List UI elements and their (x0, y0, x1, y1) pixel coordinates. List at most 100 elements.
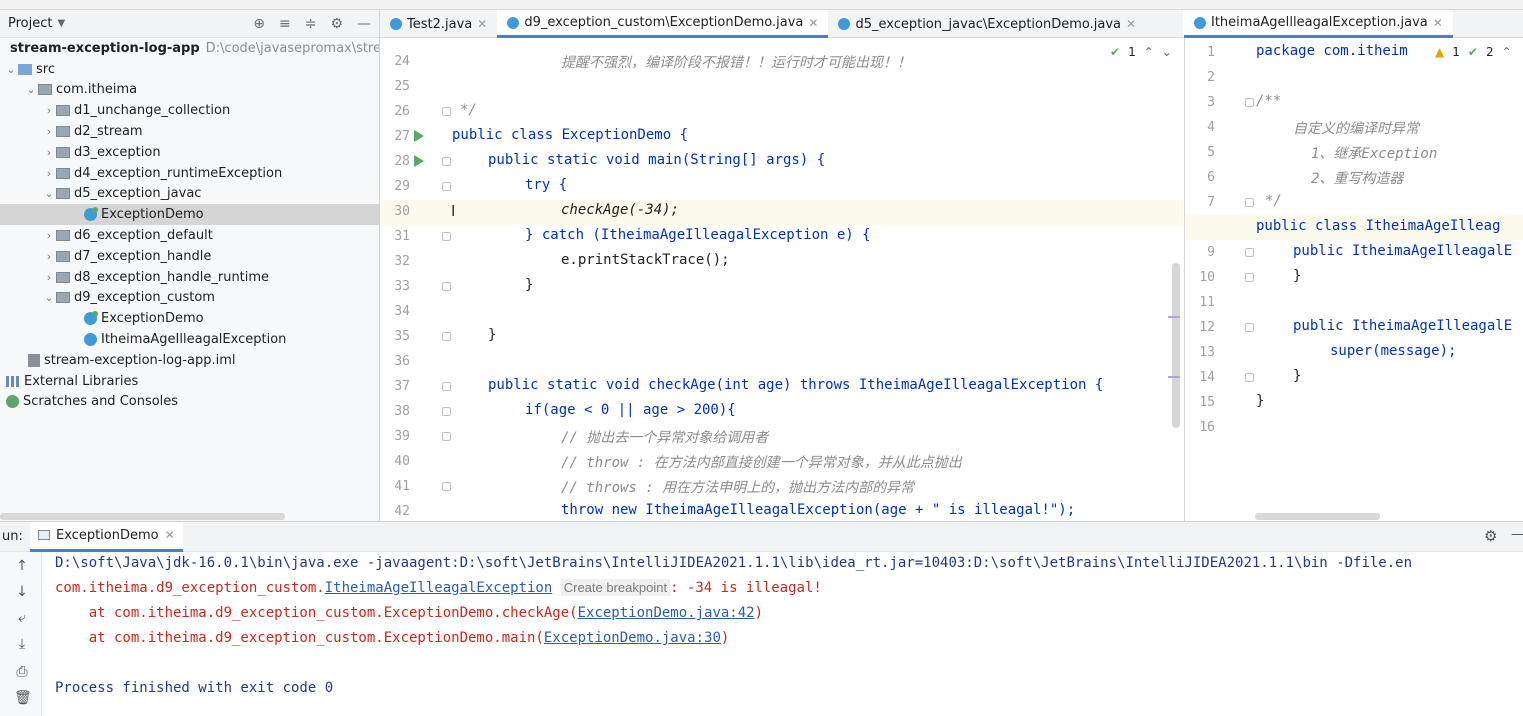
chevron-right-icon[interactable]: › (42, 167, 56, 180)
fold-marker-icon[interactable] (442, 157, 451, 166)
close-icon[interactable]: ✕ (808, 16, 818, 30)
tree-item-class[interactable]: ItheimaAgeIlleagalException (0, 329, 379, 350)
chevron-up-icon[interactable]: ⌃ (1502, 45, 1512, 59)
chevron-right-icon[interactable]: › (42, 125, 56, 138)
chevron-right-icon[interactable]: › (42, 229, 56, 242)
fold-marker-icon[interactable] (1245, 98, 1254, 107)
stack-frame-link[interactable]: ExceptionDemo.java:30 (544, 630, 721, 646)
tree-item-iml[interactable]: stream-exception-log-app.iml (0, 350, 379, 371)
close-icon[interactable]: ✕ (1126, 17, 1136, 31)
line-number: 5 (1207, 145, 1215, 160)
inspection-widget[interactable]: ▲ 1 ✔ 2 ⌃ (1431, 45, 1512, 59)
run-main-icon[interactable] (414, 155, 424, 167)
fold-marker-icon[interactable] (442, 407, 451, 416)
fold-marker-icon[interactable] (442, 282, 451, 291)
main-editor[interactable]: 24 25 26 27 28 29 30 31 32 33 34 35 36 3… (380, 38, 1183, 521)
tab-exceptiondemo-d5[interactable]: d5_exception_javac\ExceptionDemo.java ✕ (828, 10, 1146, 38)
fold-marker-icon[interactable] (442, 432, 451, 441)
vertical-scrollbar[interactable] (1172, 263, 1180, 428)
expand-all-icon[interactable]: ≡ (279, 16, 291, 32)
fold-marker-icon[interactable] (442, 482, 451, 491)
code-line: super(message); (1330, 343, 1457, 359)
close-icon[interactable]: ✕ (1433, 16, 1443, 30)
locate-icon[interactable]: ⊕ (253, 16, 265, 32)
fold-marker-icon[interactable] (1245, 248, 1254, 257)
fold-marker-icon[interactable] (1245, 373, 1254, 382)
project-horizontal-scrollbar[interactable] (0, 513, 285, 520)
line-number: 16 (1199, 420, 1215, 435)
fold-marker-icon[interactable] (442, 107, 451, 116)
tree-item-package[interactable]: ⌄ com.itheima (0, 80, 379, 101)
fold-marker-icon[interactable] (442, 182, 451, 191)
scroll-to-end-icon[interactable]: ⤓ (14, 636, 30, 652)
fold-marker-icon[interactable] (1245, 198, 1254, 207)
code-line: public ItheimaAgeIlleagalE (1293, 318, 1513, 334)
run-tab[interactable]: ExceptionDemo ✕ (30, 521, 183, 552)
fold-marker-icon[interactable] (1245, 273, 1254, 282)
chevron-down-icon[interactable]: ⌄ (24, 83, 38, 96)
print-icon[interactable]: ⎙ (14, 664, 30, 680)
tree-item-package[interactable]: ⌄ d5_exception_javac (0, 184, 379, 205)
chevron-right-icon[interactable]: › (42, 104, 56, 117)
chevron-down-icon[interactable]: ▼ (57, 18, 65, 29)
chevron-right-icon[interactable]: › (42, 146, 56, 159)
fold-marker-icon[interactable] (442, 232, 451, 241)
chevron-down-icon[interactable]: ⌄ (42, 187, 56, 200)
right-editor[interactable]: 1 2 3 4 5 6 7 8 9 10 11 12 13 14 15 16 p… (1184, 38, 1523, 521)
exception-class-link[interactable]: ItheimaAgeIlleagalException (325, 580, 553, 596)
gear-icon[interactable]: ⚙ (1484, 527, 1497, 545)
tree-item-class[interactable]: ExceptionDemo (0, 308, 379, 329)
gear-icon[interactable]: ⚙ (330, 16, 343, 32)
project-title[interactable]: Project (8, 16, 52, 31)
tree-item-package[interactable]: › d3_exception (0, 142, 379, 163)
right-horizontal-scrollbar[interactable] (1255, 513, 1380, 520)
exception-message: : -34 is illeagal! (670, 580, 822, 596)
collapse-all-icon[interactable]: ≑ (305, 16, 317, 32)
tree-item-package[interactable]: › d4_exception_runtimeException (0, 163, 379, 184)
tree-item-package[interactable]: › d7_exception_handle (0, 246, 379, 267)
tab-test2[interactable]: Test2.java ✕ (380, 10, 497, 38)
create-breakpoint-hint[interactable]: Create breakpoint (560, 579, 671, 596)
close-icon[interactable]: ✕ (477, 17, 487, 31)
minimize-icon[interactable]: — (1511, 527, 1523, 542)
tab-itheimaageilleagalexception[interactable]: ItheimaAgeIlleagalException.java ✕ (1184, 10, 1453, 38)
tree-item-package[interactable]: › d6_exception_default (0, 225, 379, 246)
fold-marker-icon[interactable] (442, 332, 451, 341)
chevron-up-icon[interactable]: ⌃ (1144, 45, 1154, 59)
chevron-down-icon[interactable]: ⌄ (42, 291, 56, 304)
chevron-down-icon[interactable]: ⌄ (1162, 45, 1172, 59)
tree-item-package[interactable]: ⌄ d9_exception_custom (0, 288, 379, 309)
fold-marker-icon[interactable] (442, 382, 451, 391)
fold-marker-icon[interactable] (1245, 323, 1254, 332)
soft-wrap-icon[interactable]: ⤶ (14, 610, 30, 626)
tree-item-external-libraries[interactable]: External Libraries (0, 371, 379, 392)
right-editor-tabs: ItheimaAgeIlleagalException.java ✕ (1184, 10, 1523, 38)
tree-item-scratches[interactable]: Scratches and Consoles (0, 392, 379, 413)
package-icon (56, 230, 70, 242)
tab-exceptiondemo-d9[interactable]: d9_exception_custom\ExceptionDemo.java ✕ (497, 10, 829, 38)
code-line: } (1256, 393, 1265, 409)
tree-root[interactable]: stream-exception-log-app D:\code\javasep… (0, 38, 379, 59)
arrow-down-icon[interactable]: ↓ (14, 584, 30, 600)
minimize-icon[interactable]: — (357, 16, 371, 32)
chevron-right-icon[interactable]: › (42, 271, 56, 284)
close-icon[interactable]: ✕ (165, 528, 175, 542)
chevron-right-icon[interactable]: › (42, 250, 56, 263)
chevron-down-icon[interactable]: ⌄ (4, 63, 18, 76)
tree-item-class-selected[interactable]: ExceptionDemo (0, 204, 379, 226)
arrow-up-icon[interactable]: ↑ (14, 558, 30, 574)
stack-frame-text: at com.itheima.d9_exception_custom.Excep… (55, 630, 544, 646)
tree-item-package[interactable]: › d1_unchange_collection (0, 100, 379, 121)
run-class-icon[interactable] (414, 130, 424, 142)
line-number: 38 (394, 404, 410, 419)
stack-frame-link[interactable]: ExceptionDemo.java:42 (578, 605, 755, 621)
code-line: // 抛出去一个异常对象给调用者 (561, 430, 769, 446)
line-number: 35 (394, 329, 410, 344)
tree-item-package[interactable]: › d2_stream (0, 121, 379, 142)
trash-icon[interactable]: 🗑 (14, 690, 32, 706)
tree-item-src[interactable]: ⌄ src (0, 59, 379, 80)
tree-item-label: d5_exception_javac (74, 186, 202, 202)
line-number: 9 (1207, 245, 1215, 260)
inspection-widget[interactable]: ✔ 1 ⌃ ⌄ (1110, 45, 1172, 59)
tree-item-package[interactable]: › d8_exception_handle_runtime (0, 267, 379, 288)
